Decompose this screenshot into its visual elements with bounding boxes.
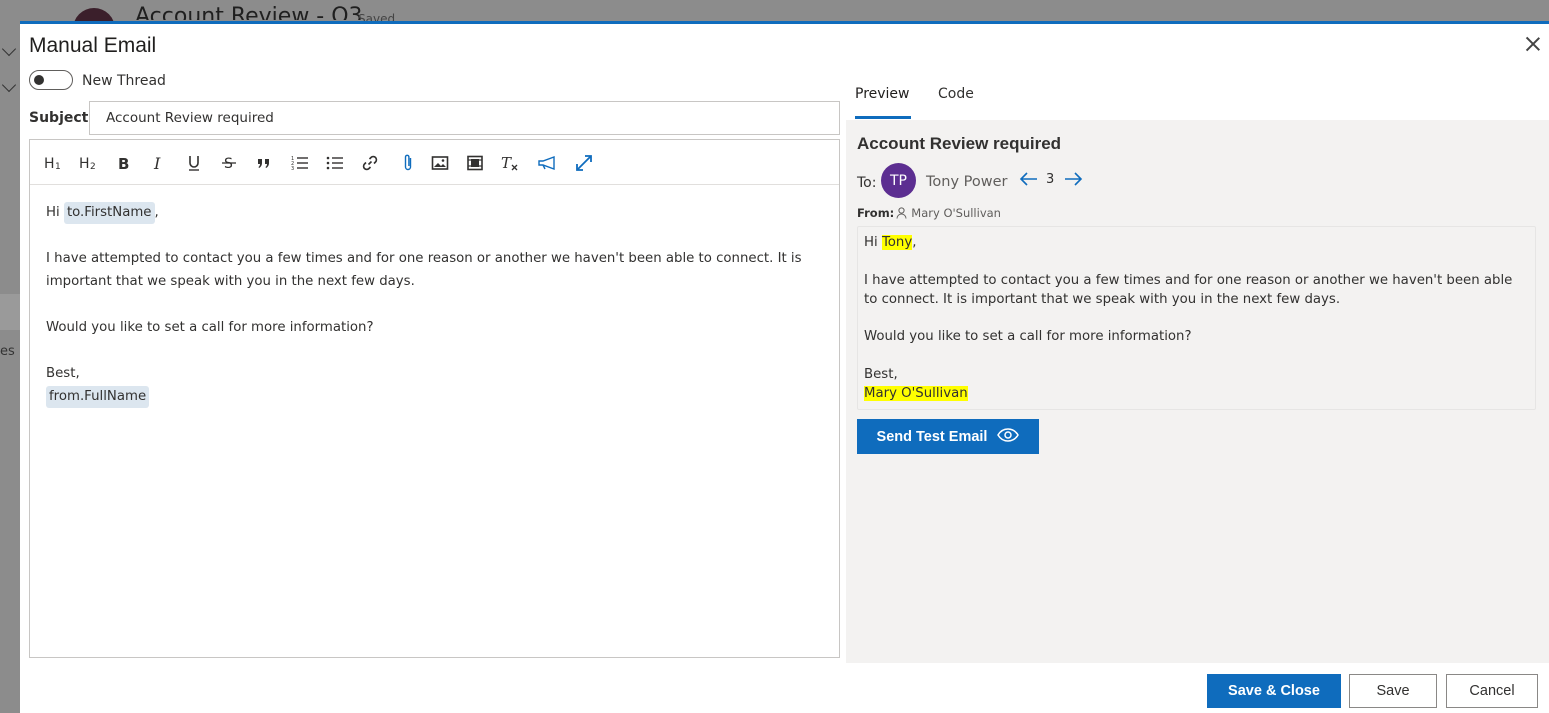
tab-code[interactable]: Code: [938, 86, 974, 112]
preview-from-label: From:: [857, 206, 895, 220]
subject-input[interactable]: [89, 101, 840, 135]
chevron-down-icon: [1, 41, 17, 57]
preview-panel: Account Review required To: TP Tony Powe…: [846, 120, 1549, 663]
preview-email-body: Hi Tony, I have attempted to contact you…: [857, 226, 1536, 410]
preview-first-name: Tony: [881, 235, 913, 250]
svg-text:H: H: [44, 156, 55, 171]
megaphone-icon[interactable]: [535, 150, 561, 176]
to-firstname-token[interactable]: to.FirstName: [63, 202, 155, 224]
toggle-knob: [34, 75, 44, 85]
bold-button[interactable]: B: [111, 150, 137, 176]
preview-paragraph-1: I have attempted to contact you a few ti…: [864, 272, 1513, 307]
editor-signoff: Best,: [46, 366, 80, 381]
send-test-email-button[interactable]: Send Test Email: [857, 419, 1039, 454]
link-icon[interactable]: [357, 150, 383, 176]
editor-paragraph-1: I have attempted to contact you a few ti…: [46, 251, 802, 289]
image-icon[interactable]: [427, 150, 453, 176]
heading-2-button[interactable]: H2: [76, 150, 102, 176]
close-icon[interactable]: [1523, 34, 1543, 54]
from-fullname-token[interactable]: from.FullName: [46, 386, 150, 408]
preview-paragraph-2: Would you like to set a call for more in…: [864, 329, 1192, 344]
email-editor: H1 H2 B I S 123: [29, 139, 840, 658]
arrow-right-icon[interactable]: [1062, 168, 1084, 190]
new-thread-label: New Thread: [82, 73, 166, 89]
attachment-icon[interactable]: [395, 150, 421, 176]
svg-text:1: 1: [55, 162, 61, 171]
person-icon: [896, 207, 907, 222]
preview-signature-line: Mary O'Sullivan: [864, 384, 1529, 403]
dialog-title: Manual Email: [29, 34, 157, 57]
recipient-index: 3: [1046, 172, 1055, 187]
chevron-down-icon: [1, 77, 17, 93]
background-nav-strip: [0, 294, 20, 330]
svg-text:I: I: [153, 155, 161, 171]
italic-button[interactable]: I: [146, 150, 172, 176]
heading-1-button[interactable]: H1: [41, 150, 67, 176]
background-saved-status: Saved: [358, 12, 396, 21]
sender-name: Mary O'Sullivan: [911, 206, 1001, 220]
svg-text:H: H: [79, 156, 90, 171]
new-thread-toggle[interactable]: [29, 70, 73, 90]
editor-body[interactable]: Hi to.FirstName, I have attempted to con…: [30, 185, 839, 424]
greeting-text: Hi: [46, 205, 60, 220]
svg-text:B: B: [118, 155, 129, 171]
editor-signature-line: from.FullName: [46, 385, 823, 408]
save-and-close-button[interactable]: Save & Close: [1207, 674, 1341, 708]
save-button[interactable]: Save: [1349, 674, 1437, 708]
underline-button[interactable]: [181, 150, 207, 176]
svg-text:T: T: [501, 154, 512, 172]
recipient-name: Tony Power: [926, 174, 1008, 190]
preview-comma: ,: [912, 235, 917, 250]
expand-icon[interactable]: [571, 150, 597, 176]
editor-paragraph-2: Would you like to set a call for more in…: [46, 320, 374, 335]
send-test-email-label: Send Test Email: [876, 428, 988, 445]
preview-from-line: From: Mary O'Sullivan: [857, 206, 1001, 222]
background-record-title: Account Review - Q3: [135, 4, 363, 20]
background-partial-text: es: [0, 344, 15, 359]
svg-text:3: 3: [291, 166, 294, 171]
cancel-button[interactable]: Cancel: [1446, 674, 1538, 708]
avatar: TP: [881, 163, 916, 198]
clear-formatting-icon[interactable]: T: [498, 150, 524, 176]
svg-text:2: 2: [90, 162, 96, 171]
preview-greeting-line: Hi Tony,: [864, 233, 1529, 252]
preview-signoff: Best,: [864, 366, 898, 382]
preview-to-label: To:: [857, 175, 877, 191]
preview-greeting: Hi: [864, 235, 878, 250]
preview-subject: Account Review required: [857, 134, 1062, 153]
strikethrough-button[interactable]: S: [216, 150, 242, 176]
arrow-left-icon[interactable]: [1018, 168, 1040, 190]
tab-active-indicator: [855, 116, 911, 119]
subject-label: Subject: [29, 110, 89, 126]
greeting-comma: ,: [154, 205, 159, 220]
editor-toolbar: H1 H2 B I S 123: [30, 140, 839, 185]
tab-preview[interactable]: Preview: [855, 86, 910, 112]
eye-icon: [997, 427, 1020, 446]
quote-button[interactable]: [251, 150, 277, 176]
video-icon[interactable]: [462, 150, 488, 176]
editor-greeting-line: Hi to.FirstName,: [46, 201, 823, 224]
manual-email-dialog: Manual Email New Thread Subject H1 H2 B …: [20, 21, 1549, 713]
numbered-list-button[interactable]: 123: [287, 150, 313, 176]
bulleted-list-button[interactable]: [322, 150, 348, 176]
preview-signature: Mary O'Sullivan: [864, 385, 968, 401]
